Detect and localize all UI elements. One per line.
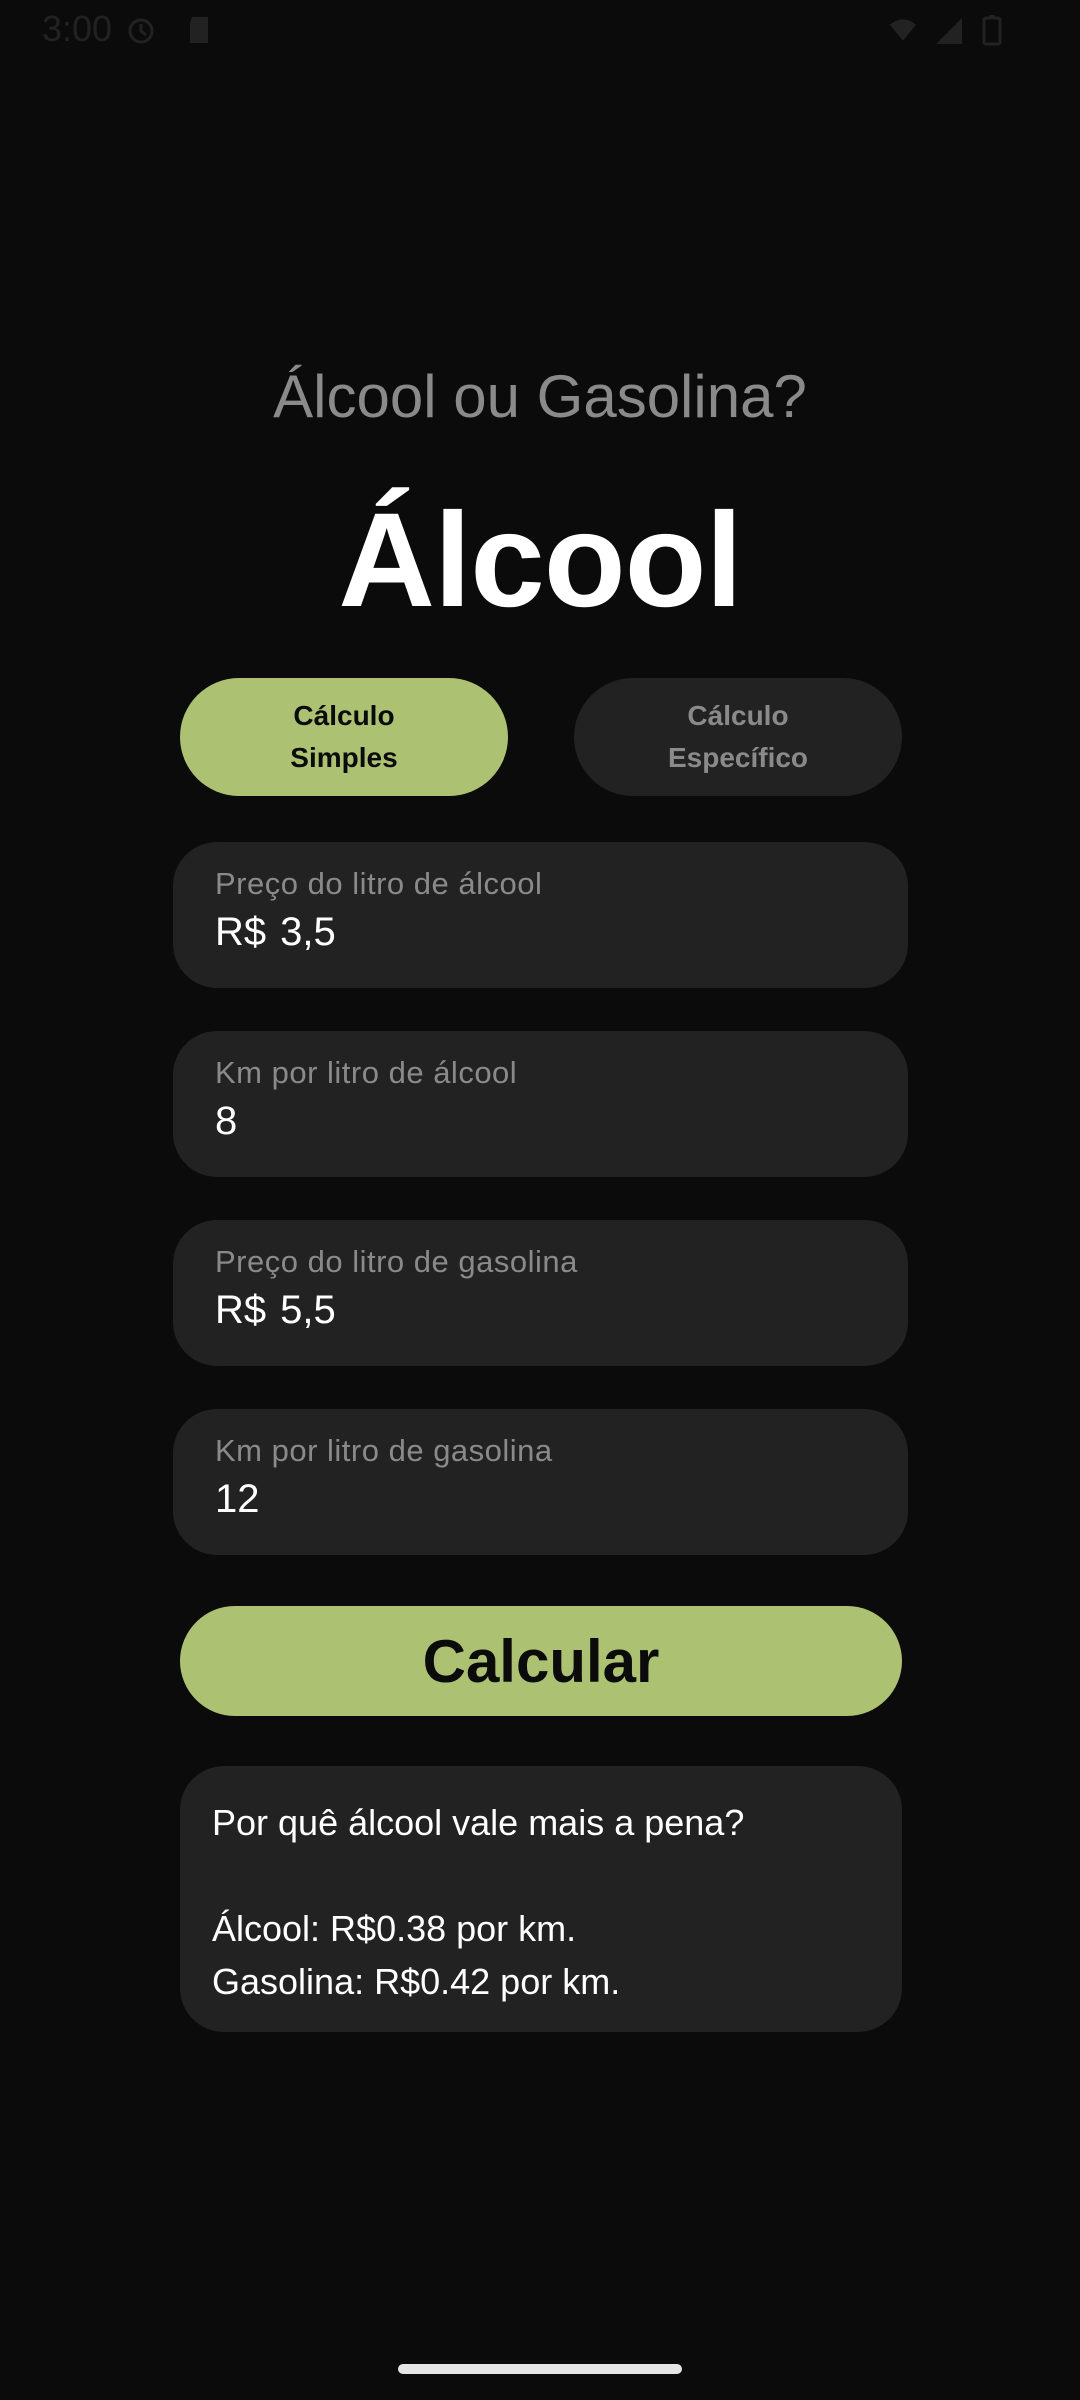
result-card: Por quê álcool vale mais a pena? Álcool:… — [180, 1766, 902, 2032]
result-title: Álcool — [338, 486, 742, 635]
calculate-button[interactable]: Calcular — [180, 1606, 902, 1716]
gas-price-value: 5,5 — [280, 1288, 336, 1332]
gas-km-label: Km por litro de gasolina — [215, 1433, 553, 1468]
specific-calculation-label-line2: Específico — [667, 742, 809, 773]
gas-price-input[interactable]: R$ 5,5 — [215, 1288, 336, 1333]
gas-km-value: 12 — [215, 1477, 260, 1521]
battery-icon — [982, 15, 1002, 46]
wifi-icon — [889, 19, 917, 41]
gas-cost-per-km: Gasolina: R$0.42 por km. — [212, 1961, 621, 2002]
alcohol-cost-per-km: Álcool: R$0.38 por km. — [212, 1908, 577, 1949]
alarm-icon — [128, 18, 154, 44]
alcohol-price-input[interactable]: R$ 3,5 — [215, 910, 336, 955]
alcohol-price-label: Preço do litro de álcool — [215, 866, 543, 901]
signal-icon — [936, 18, 962, 44]
specific-calculation-button[interactable]: Cálculo Específico — [574, 678, 902, 796]
sd-card-icon — [190, 17, 208, 43]
gas-km-input[interactable]: 12 — [215, 1477, 260, 1522]
result-question: Por quê álcool vale mais a pena? — [212, 1802, 745, 1843]
status-bar: 3:00 — [0, 0, 1080, 60]
gas-km-field[interactable]: Km por litro de gasolina 12 — [173, 1409, 908, 1555]
status-time: 3:00 — [42, 8, 113, 49]
alcohol-price-field[interactable]: Preço do litro de álcool R$ 3,5 — [173, 842, 908, 988]
alcohol-km-label: Km por litro de álcool — [215, 1055, 518, 1090]
alcohol-km-input[interactable]: 8 — [215, 1099, 237, 1144]
specific-calculation-label-line1: Cálculo — [687, 700, 789, 731]
gas-price-label: Preço do litro de gasolina — [215, 1244, 578, 1279]
alcohol-km-field[interactable]: Km por litro de álcool 8 — [173, 1031, 908, 1177]
home-gesture-handle[interactable] — [398, 2364, 682, 2374]
alcohol-price-value: 3,5 — [280, 910, 336, 954]
gas-price-field[interactable]: Preço do litro de gasolina R$ 5,5 — [173, 1220, 908, 1366]
alcohol-km-value: 8 — [215, 1099, 238, 1143]
simple-calculation-label-line2: Simples — [290, 742, 398, 773]
currency-prefix: R$ — [215, 1288, 267, 1332]
simple-calculation-button[interactable]: Cálculo Simples — [180, 678, 508, 796]
app-title: Álcool ou Gasolina? — [273, 363, 807, 430]
currency-prefix: R$ — [215, 910, 267, 954]
simple-calculation-label-line1: Cálculo — [293, 700, 395, 731]
